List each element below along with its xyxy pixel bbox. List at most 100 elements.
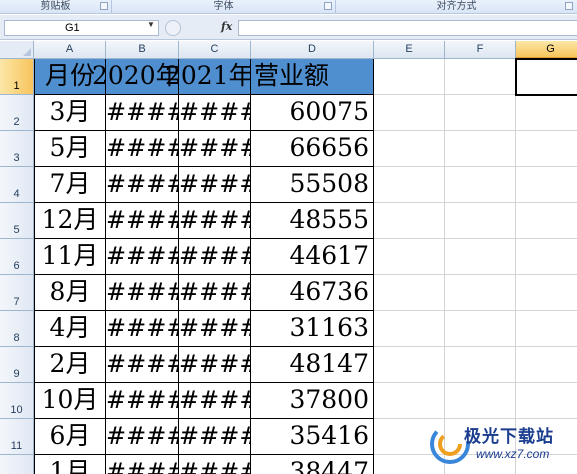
row-header[interactable]: 3 [0,131,34,167]
month-cell[interactable]: 6月 [34,419,106,455]
year-2020-cell[interactable]: #### [106,383,179,419]
formula-bar: G1 ▼ fx [0,15,577,40]
year-2020-cell[interactable]: #### [106,167,179,203]
header-cell[interactable]: 2021年 [165,59,254,95]
year-2021-cell[interactable]: #### [179,383,251,419]
row-header[interactable]: 9 [0,347,34,383]
column-header-g[interactable]: G [516,41,577,59]
year-2021-cell[interactable]: #### [179,131,251,167]
row-number: 1 [13,80,20,92]
column-header-d[interactable]: D [251,41,374,59]
month-cell[interactable]: 5月 [34,131,106,167]
row-header[interactable]: 8 [0,311,34,347]
revenue-cell[interactable]: 46736 [251,275,374,311]
year-2021-cell[interactable]: #### [179,347,251,383]
month-cell[interactable]: 7月 [34,167,106,203]
row-number: 3 [13,152,20,164]
revenue-cell[interactable]: 48555 [251,203,374,239]
ribbon-group-clipboard-label: 剪贴板 [40,1,71,12]
row-header[interactable] [0,455,34,474]
month-cell[interactable]: 1月 [34,455,106,474]
month-cell[interactable]: 8月 [34,275,106,311]
row-number: 4 [13,188,20,200]
header-cell[interactable]: 营业额 [251,59,374,95]
year-2020-cell[interactable]: #### [106,95,179,131]
dialog-launcher-icon[interactable] [100,2,108,10]
watermark-logo: 极光下载站 www.xz7.com [428,414,577,474]
year-2020-cell[interactable]: #### [106,131,179,167]
watermark-url: www.xz7.com [476,447,550,461]
year-2020-cell[interactable]: #### [106,239,179,275]
row-header[interactable]: 10 [0,383,34,419]
month-cell[interactable]: 3月 [34,95,106,131]
year-2020-cell[interactable]: #### [106,419,179,455]
gridline [444,59,445,474]
ribbon-group-bar: 剪贴板 字体 对齐方式 [0,0,577,14]
row-number: 10 [10,404,23,416]
revenue-cell[interactable]: 37800 [251,383,374,419]
revenue-cell[interactable]: 60075 [251,95,374,131]
column-header-c[interactable]: C [179,41,251,59]
revenue-cell[interactable]: 38447 [251,455,374,474]
ribbon-group-font: 字体 [112,0,336,14]
formula-input[interactable] [238,20,577,36]
row-header[interactable]: 1 [0,59,34,95]
formula-controls: fx [165,19,237,37]
month-cell[interactable]: 12月 [34,203,106,239]
year-2021-cell[interactable]: #### [179,419,251,455]
gridline [515,59,516,474]
watermark-title: 极光下载站 [464,427,554,446]
year-2020-cell[interactable]: #### [106,311,179,347]
column-header-a[interactable]: A [34,41,106,59]
row-number: 9 [13,368,20,380]
name-box[interactable]: G1 [4,20,159,36]
year-2021-cell[interactable]: #### [179,167,251,203]
year-2020-cell[interactable]: #### [106,203,179,239]
revenue-cell[interactable]: 48147 [251,347,374,383]
month-cell[interactable]: 11月 [34,239,106,275]
expand-handle-icon[interactable] [165,20,181,36]
row-number: 11 [10,440,23,452]
month-cell[interactable]: 4月 [34,311,106,347]
year-2021-cell[interactable]: #### [179,455,251,474]
row-header[interactable]: 6 [0,239,34,275]
year-2021-cell[interactable]: #### [179,275,251,311]
worksheet-grid[interactable]: A B C D E F G 1 2 3 4 5 6 7 8 9 10 11 月份 2020年 2021年 营业额 3月 ###… [0,41,577,474]
row-number: 8 [13,332,20,344]
year-2020-cell[interactable]: #### [106,347,179,383]
ribbon-group-font-label: 字体 [213,1,234,12]
month-cell[interactable]: 10月 [34,383,106,419]
row-header[interactable]: 7 [0,275,34,311]
year-2021-cell[interactable]: #### [179,311,251,347]
year-2020-cell[interactable]: #### [106,275,179,311]
row-number: 7 [13,296,20,308]
row-number: 2 [13,116,20,128]
month-cell[interactable]: 2月 [34,347,106,383]
row-number: 5 [13,224,20,236]
column-header-e[interactable]: E [374,41,445,59]
revenue-cell[interactable]: 31163 [251,311,374,347]
year-2021-cell[interactable]: #### [179,95,251,131]
year-2021-cell[interactable]: #### [179,239,251,275]
row-number: 6 [13,260,20,272]
revenue-cell[interactable]: 66656 [251,131,374,167]
dialog-launcher-icon[interactable] [324,2,332,10]
ribbon-group-clipboard: 剪贴板 [0,0,112,14]
column-header-f[interactable]: F [445,41,516,59]
dialog-launcher-icon[interactable] [565,2,573,10]
revenue-cell[interactable]: 35416 [251,419,374,455]
insert-function-button[interactable]: fx [221,20,232,33]
column-header-b[interactable]: B [106,41,179,59]
row-header[interactable]: 2 [0,95,34,131]
revenue-cell[interactable]: 55508 [251,167,374,203]
active-cell-selection[interactable] [515,58,577,96]
select-all-button[interactable] [0,41,34,59]
revenue-cell[interactable]: 44617 [251,239,374,275]
chevron-down-icon[interactable]: ▼ [147,20,155,29]
year-2020-cell[interactable]: #### [106,455,179,474]
year-2021-cell[interactable]: #### [179,203,251,239]
row-header[interactable]: 5 [0,203,34,239]
row-header[interactable]: 11 [0,419,34,455]
ribbon-group-alignment-label: 对齐方式 [436,1,477,12]
row-header[interactable]: 4 [0,167,34,203]
